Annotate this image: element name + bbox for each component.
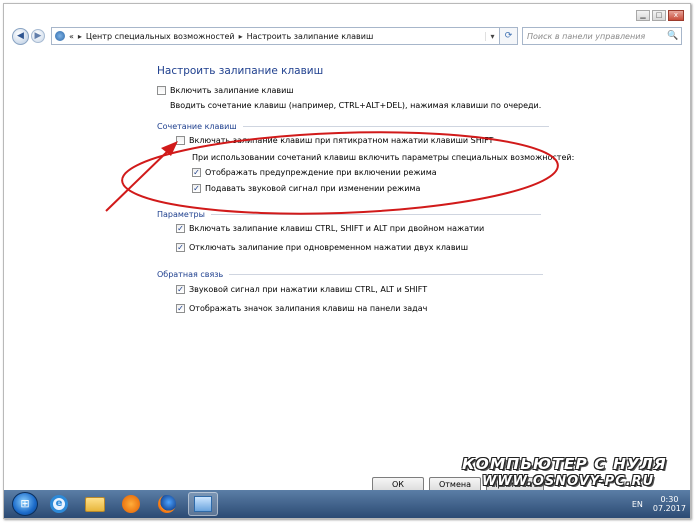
beep-label: Звуковой сигнал при нажатии клавиш CTRL,… xyxy=(189,285,428,294)
main-content: Настроить залипание клавиш Включить зали… xyxy=(4,48,690,492)
address-toolbar: ◀ ▶ « ▸ Центр специальных возможностей ▸… xyxy=(12,25,682,47)
enable-sticky-keys-row[interactable]: Включить залипание клавиш xyxy=(157,86,294,95)
folder-icon xyxy=(85,496,105,512)
feedback-group: Обратная связь xyxy=(157,270,544,279)
group-divider xyxy=(242,126,549,127)
tray-icon-row[interactable]: ✓ Отображать значок залипания клавиш на … xyxy=(176,304,427,313)
sound-label: Подавать звуковой сигнал при изменении р… xyxy=(205,184,421,193)
watermark-line-1: КОМПЬЮТЕР С НУЛЯ xyxy=(462,455,667,473)
sound-checkbox[interactable]: ✓ xyxy=(192,184,201,193)
watermark-line-2: WWW.OSNOVY-PC.RU xyxy=(482,474,655,489)
breadcrumb-separator[interactable]: ▸ xyxy=(78,32,82,41)
forward-button[interactable]: ▶ xyxy=(31,29,45,43)
control-panel-window-icon xyxy=(194,496,212,512)
shift5-checkbox[interactable] xyxy=(176,136,185,145)
group-divider xyxy=(210,214,541,215)
shortcut-subdescription: При использовании сочетаний клавиш включ… xyxy=(192,153,575,162)
taskbar-explorer[interactable] xyxy=(80,492,110,516)
options-group: Параметры xyxy=(157,210,541,219)
refresh-button[interactable]: ⟳ xyxy=(500,27,518,45)
lock-checkbox[interactable]: ✓ xyxy=(176,224,185,233)
taskbar-control-panel[interactable] xyxy=(188,492,218,516)
address-dropdown-icon[interactable]: ▾ xyxy=(485,31,499,41)
search-box[interactable]: Поиск в панели управления 🔍 xyxy=(522,27,682,45)
address-bar[interactable]: « ▸ Центр специальных возможностей ▸ Нас… xyxy=(51,27,500,45)
disable-label: Отключать залипание при одновременном на… xyxy=(189,243,469,252)
firefox-icon xyxy=(158,495,176,513)
page-title: Настроить залипание клавиш xyxy=(157,65,324,77)
screenshot-frame: ▁ □ x ◀ ▶ « ▸ Центр специальных возможно… xyxy=(3,3,691,519)
breadcrumb-ease-of-access[interactable]: Центр специальных возможностей xyxy=(86,32,235,41)
shortcut-heading: Сочетание клавиш xyxy=(157,122,237,131)
enable-sticky-keys-checkbox[interactable] xyxy=(157,86,166,95)
enable-sticky-keys-label: Включить залипание клавиш xyxy=(170,86,294,95)
breadcrumb-chevron[interactable]: « xyxy=(69,32,74,41)
breadcrumb-sticky-keys[interactable]: Настроить залипание клавиш xyxy=(247,32,374,41)
warn-row[interactable]: ✓ Отображать предупреждение при включени… xyxy=(192,168,437,177)
options-heading: Параметры xyxy=(157,210,205,219)
sound-row[interactable]: ✓ Подавать звуковой сигнал при изменении… xyxy=(192,184,420,193)
warn-checkbox[interactable]: ✓ xyxy=(192,168,201,177)
close-button[interactable]: x xyxy=(668,10,684,21)
maximize-button[interactable]: □ xyxy=(652,10,666,21)
taskbar: ⊞ e EN 0:30 07.2017 xyxy=(4,490,690,518)
window-controls: ▁ □ x xyxy=(636,10,684,21)
media-player-icon xyxy=(122,495,140,513)
start-button[interactable]: ⊞ xyxy=(12,492,38,516)
taskbar-firefox[interactable] xyxy=(152,492,182,516)
shift5-label: Включать залипание клавиш при пятикратно… xyxy=(189,136,494,145)
enable-description: Вводить сочетание клавиш (например, CTRL… xyxy=(170,101,542,110)
clock[interactable]: 0:30 07.2017 xyxy=(653,495,686,513)
beep-checkbox[interactable]: ✓ xyxy=(176,285,185,294)
warn-label: Отображать предупреждение при включении … xyxy=(205,168,437,177)
beep-row[interactable]: ✓ Звуковой сигнал при нажатии клавиш CTR… xyxy=(176,285,427,294)
clock-date: 07.2017 xyxy=(652,504,686,513)
clock-time: 0:30 xyxy=(660,495,679,504)
minimize-button[interactable]: ▁ xyxy=(636,10,650,21)
search-input[interactable]: Поиск в панели управления xyxy=(527,32,645,41)
tray-icon-checkbox[interactable]: ✓ xyxy=(176,304,185,313)
lock-label: Включать залипание клавиш CTRL, SHIFT и … xyxy=(189,224,485,233)
shortcut-group: Сочетание клавиш xyxy=(157,122,549,131)
taskbar-ie[interactable]: e xyxy=(44,492,74,516)
disable-row[interactable]: ✓ Отключать залипание при одновременном … xyxy=(176,243,468,252)
group-divider xyxy=(229,274,544,275)
taskbar-media-player[interactable] xyxy=(116,492,146,516)
lock-row[interactable]: ✓ Включать залипание клавиш CTRL, SHIFT … xyxy=(176,224,484,233)
internet-explorer-icon: e xyxy=(50,495,68,513)
breadcrumb-separator[interactable]: ▸ xyxy=(239,32,243,41)
shift5-row[interactable]: Включать залипание клавиш при пятикратно… xyxy=(176,136,493,145)
feedback-heading: Обратная связь xyxy=(157,270,224,279)
back-button[interactable]: ◀ xyxy=(12,27,29,45)
disable-checkbox[interactable]: ✓ xyxy=(176,243,185,252)
search-icon[interactable]: 🔍 xyxy=(667,31,681,41)
control-panel-icon xyxy=(55,31,65,41)
language-indicator[interactable]: EN xyxy=(632,500,643,509)
tray-icon-label: Отображать значок залипания клавиш на па… xyxy=(189,304,428,313)
system-tray: EN 0:30 07.2017 xyxy=(632,495,686,513)
